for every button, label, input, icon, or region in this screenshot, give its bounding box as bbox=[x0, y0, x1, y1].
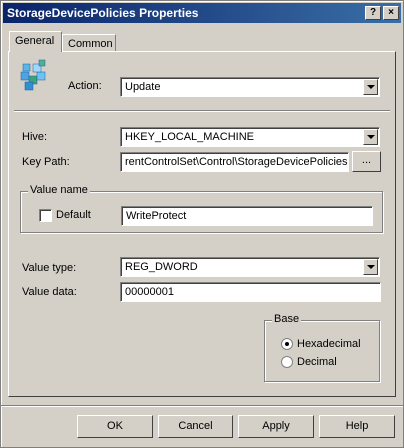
registry-cubes-icon bbox=[20, 59, 46, 91]
chevron-down-icon[interactable] bbox=[363, 79, 378, 95]
general-panel: Action: Update Hive: HKEY_LOCAL_MACHINE … bbox=[8, 51, 396, 397]
value-name-input[interactable]: WriteProtect bbox=[121, 206, 373, 226]
key-path-input[interactable]: rentControlSet\Control\StorageDevicePoli… bbox=[120, 152, 349, 172]
hive-label: Hive: bbox=[22, 131, 48, 143]
separator bbox=[14, 110, 390, 112]
action-label: Action: bbox=[68, 80, 102, 92]
value-type-value: REG_DWORD bbox=[125, 261, 198, 273]
help-button[interactable]: Help bbox=[319, 415, 395, 438]
value-data-input[interactable]: 00000001 bbox=[120, 282, 381, 302]
apply-button[interactable]: Apply bbox=[238, 415, 314, 438]
footer-separator bbox=[1, 405, 403, 407]
close-icon[interactable]: × bbox=[383, 6, 399, 20]
chevron-down-icon[interactable] bbox=[363, 259, 378, 275]
window-title: StorageDevicePolicies Properties bbox=[7, 6, 199, 20]
hexadecimal-label: Hexadecimal bbox=[297, 338, 361, 350]
base-title: Base bbox=[272, 313, 302, 325]
default-checkbox[interactable] bbox=[39, 209, 52, 222]
key-path-value: rentControlSet\Control\StorageDevicePoli… bbox=[125, 156, 348, 168]
tab-general-label: General bbox=[15, 35, 55, 47]
tab-common-label: Common bbox=[68, 38, 113, 50]
value-type-label: Value type: bbox=[22, 262, 77, 274]
tab-common[interactable]: Common bbox=[62, 34, 116, 52]
value-data-label: Value data: bbox=[22, 286, 77, 298]
browse-button[interactable]: ... bbox=[352, 151, 381, 172]
value-type-dropdown[interactable]: REG_DWORD bbox=[120, 257, 380, 277]
decimal-radio[interactable] bbox=[281, 356, 293, 368]
value-data-value: 00000001 bbox=[125, 286, 174, 298]
default-label: Default bbox=[56, 209, 91, 221]
hive-dropdown[interactable]: HKEY_LOCAL_MACHINE bbox=[120, 127, 380, 147]
value-name-title: Value name bbox=[28, 184, 90, 196]
base-group: Base Hexadecimal Decimal bbox=[264, 313, 380, 382]
help-icon[interactable]: ? bbox=[365, 6, 381, 20]
chevron-down-icon[interactable] bbox=[363, 129, 378, 145]
value-name-value: WriteProtect bbox=[126, 210, 187, 222]
hive-value: HKEY_LOCAL_MACHINE bbox=[125, 131, 254, 143]
properties-dialog: StorageDevicePolicies Properties ? × Gen… bbox=[0, 0, 404, 448]
decimal-label: Decimal bbox=[297, 356, 337, 368]
value-name-group: Value name Default WriteProtect bbox=[20, 184, 383, 233]
key-path-label: Key Path: bbox=[22, 156, 70, 168]
ok-button[interactable]: OK bbox=[77, 415, 153, 438]
action-value: Update bbox=[125, 81, 161, 93]
title-bar[interactable]: StorageDevicePolicies Properties ? × bbox=[3, 3, 401, 23]
action-dropdown[interactable]: Update bbox=[120, 77, 380, 97]
cancel-button[interactable]: Cancel bbox=[158, 415, 233, 438]
hexadecimal-radio[interactable] bbox=[281, 338, 293, 350]
tab-general[interactable]: General bbox=[9, 31, 62, 52]
